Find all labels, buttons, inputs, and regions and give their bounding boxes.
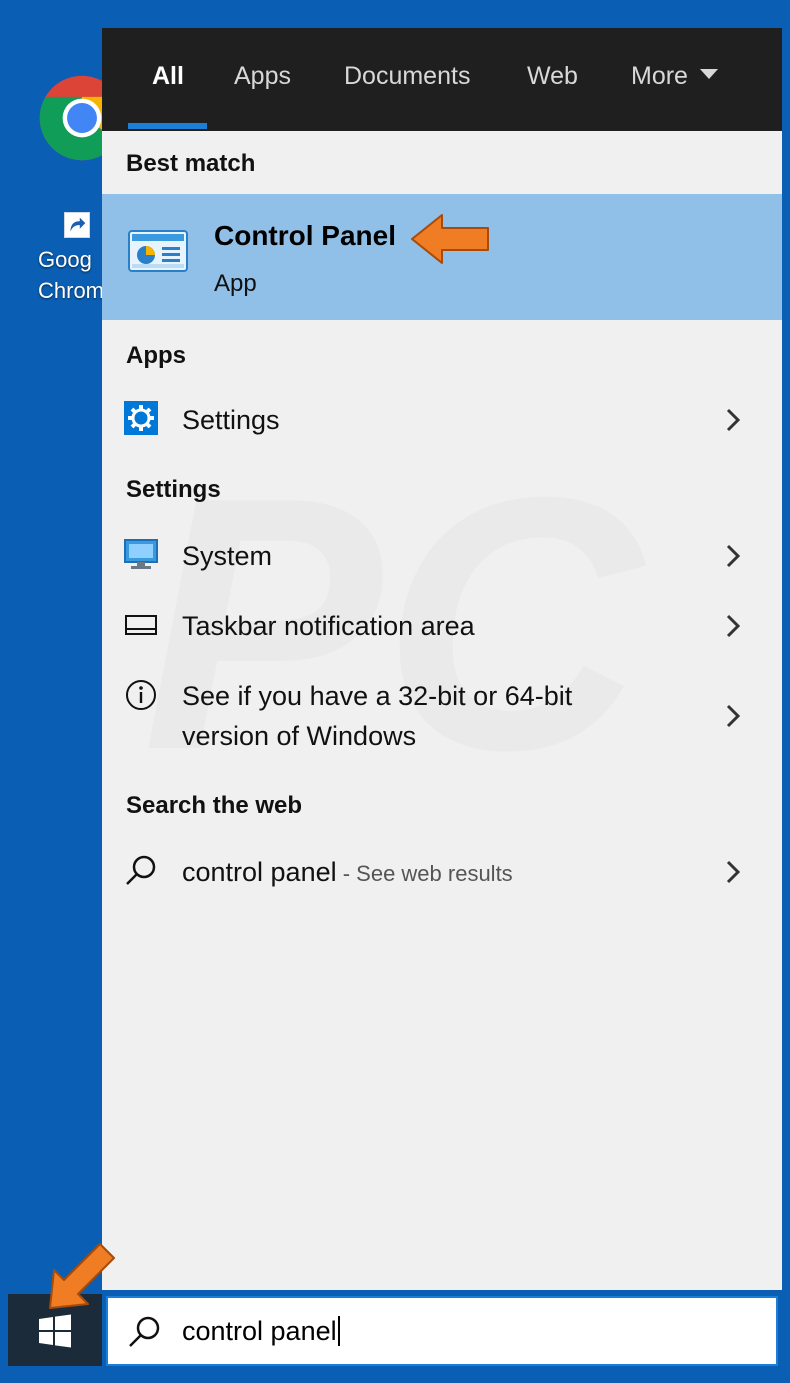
search-web-heading: Search the web — [126, 792, 303, 819]
result-label: System — [182, 541, 273, 571]
windows-logo-icon — [39, 1314, 71, 1348]
caret-down-icon — [699, 69, 718, 80]
search-box[interactable]: control panel — [106, 1296, 778, 1366]
info-icon — [126, 680, 156, 710]
chevron-right-icon[interactable] — [722, 611, 744, 641]
result-taskbar-notification-area[interactable]: Taskbar notification area — [102, 604, 782, 648]
search-panel: All Apps Documents Web More Best match C… — [102, 28, 782, 1290]
result-label: Settings — [182, 405, 280, 435]
result-32-or-64-bit[interactable]: See if you have a 32-bit or 64-bit versi… — [102, 674, 782, 758]
result-web-search[interactable]: control panel - See web results — [102, 850, 782, 894]
best-match-item[interactable]: Control Panel App — [102, 194, 782, 320]
best-match-title: Control Panel — [214, 220, 397, 251]
tab-documents[interactable]: Documents — [344, 62, 470, 98]
gear-icon — [124, 401, 158, 435]
web-query: control panel — [182, 857, 337, 887]
web-hint: - See web results — [336, 861, 513, 886]
apps-heading: Apps — [126, 342, 186, 369]
watermark: PC — [142, 448, 646, 825]
search-icon — [129, 1316, 160, 1347]
chevron-right-icon[interactable] — [722, 857, 744, 887]
tab-bar: All Apps Documents Web More — [102, 28, 782, 131]
tab-more[interactable]: More — [631, 62, 718, 98]
text-cursor — [337, 1315, 340, 1346]
monitor-icon — [124, 539, 158, 569]
chevron-right-icon[interactable] — [722, 541, 744, 571]
result-label: control panel - See web results — [182, 852, 513, 894]
tab-web[interactable]: Web — [527, 62, 578, 98]
search-input[interactable]: control panel — [182, 1315, 340, 1348]
chevron-right-icon[interactable] — [722, 701, 744, 731]
orange-arrow-icon — [411, 214, 489, 264]
search-icon — [126, 855, 156, 885]
tab-all[interactable]: All — [152, 62, 184, 98]
settings-heading: Settings — [126, 476, 221, 503]
shortcut-arrow-icon — [64, 212, 90, 238]
result-settings[interactable]: Settings — [102, 398, 782, 442]
chevron-right-icon[interactable] — [722, 405, 744, 435]
result-system[interactable]: System — [102, 534, 782, 578]
control-panel-icon — [128, 230, 188, 272]
tab-more-label: More — [631, 62, 688, 90]
active-tab-indicator — [128, 123, 207, 129]
tab-apps[interactable]: Apps — [234, 62, 291, 98]
taskbar-icon — [125, 615, 157, 635]
best-match-heading: Best match — [126, 150, 256, 177]
search-input-value: control panel — [182, 1316, 337, 1346]
result-label: See if you have a 32-bit or 64-bit versi… — [182, 681, 573, 751]
result-label: Taskbar notification area — [182, 611, 475, 641]
best-match-subtitle: App — [214, 270, 257, 297]
